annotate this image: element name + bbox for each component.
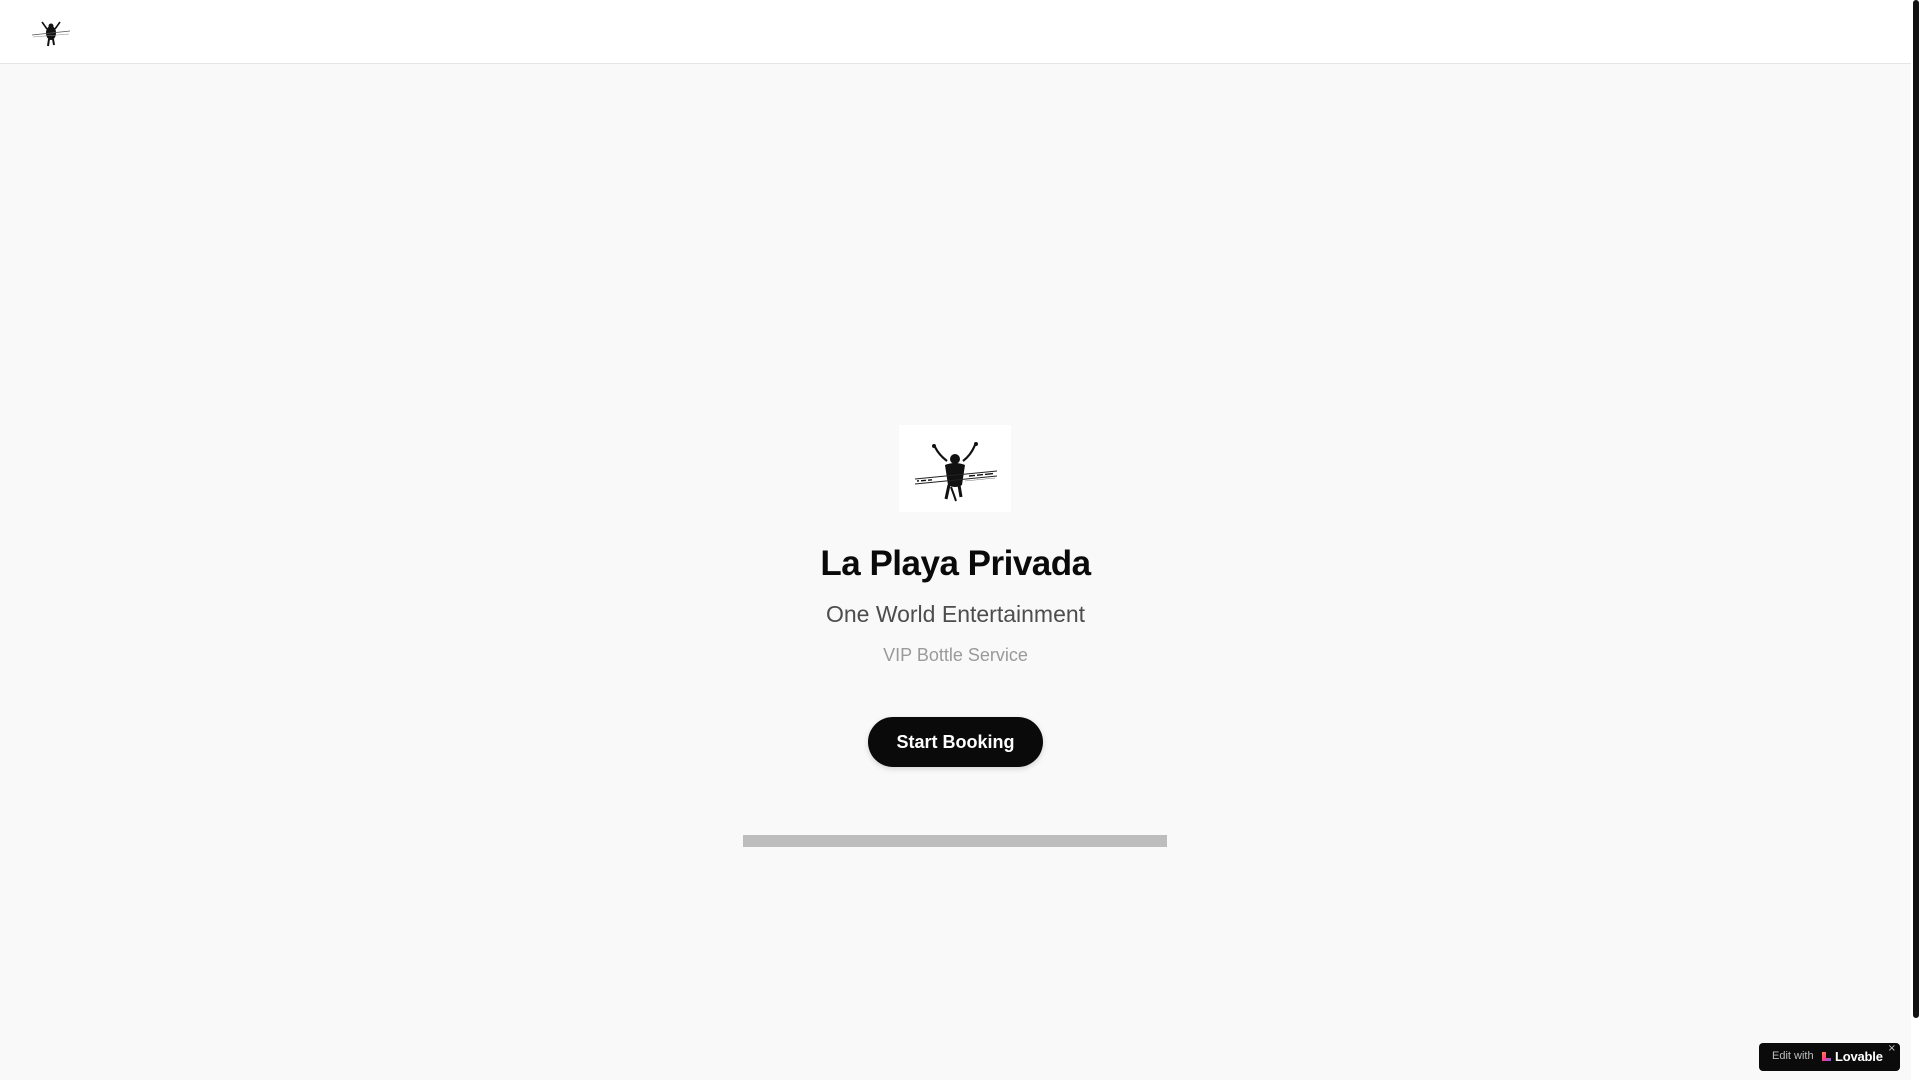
service-tagline: VIP Bottle Service [883, 645, 1028, 665]
scrollbar-thumb[interactable] [1913, 0, 1919, 1018]
start-booking-button[interactable]: Start Booking [868, 717, 1043, 767]
page: La Playa Privada One World Entertainment… [0, 0, 1920, 1080]
hero-logo-icon [899, 425, 1011, 512]
edit-with-lovable-badge[interactable]: Edit with Lovable × [1759, 1043, 1900, 1071]
badge-brand-label: Lovable [1835, 1049, 1883, 1064]
top-header [0, 0, 1911, 64]
page-scrollbar[interactable] [1911, 0, 1920, 1080]
venue-title: La Playa Privada [820, 544, 1091, 583]
badge-close-icon[interactable]: × [1888, 1044, 1896, 1054]
badge-edit-label: Edit with [1772, 1050, 1814, 1062]
company-subtitle: One World Entertainment [825, 601, 1086, 627]
header-logo-icon[interactable] [30, 18, 72, 48]
booking-progress-bar [743, 835, 1167, 847]
hero-section: La Playa Privada One World Entertainment… [0, 64, 1911, 1080]
lovable-heart-icon [1822, 1052, 1831, 1061]
